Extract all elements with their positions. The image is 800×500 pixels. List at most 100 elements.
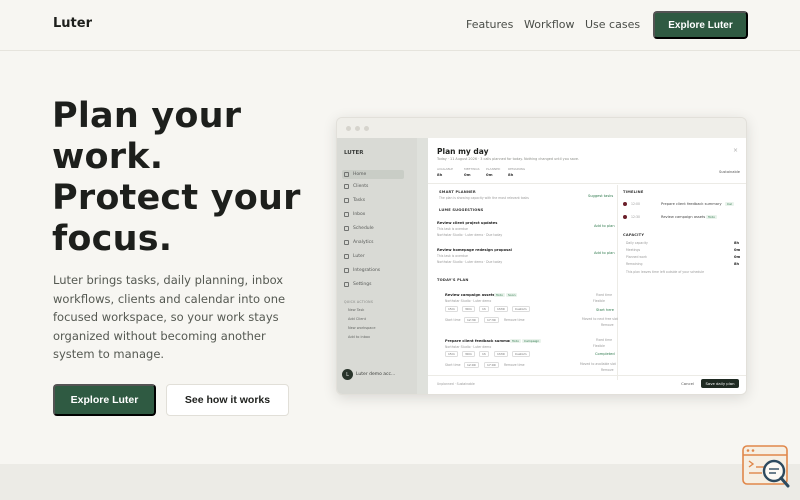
duration-chip[interactable]: Custom	[512, 306, 530, 312]
hero-description: Luter brings tasks, daily planning, inbo…	[53, 273, 286, 361]
timeline-heading: TIMELINE	[623, 190, 644, 194]
remove-time-link[interactable]: Remove time	[504, 363, 525, 367]
tag-badge: Todo	[494, 293, 505, 297]
modal-backdrop[interactable]	[337, 138, 427, 394]
suggest-tasks-button[interactable]: Suggest tasks	[588, 194, 613, 198]
window-dot-icon	[364, 126, 369, 131]
capacity-row-label: Daily capacity	[626, 241, 648, 245]
app-preview: LUTER Home Clients Tasks Inbox Schedule …	[336, 117, 747, 395]
add-to-plan-button[interactable]: Add to plan	[594, 224, 615, 228]
see-how-it-works-button[interactable]: See how it works	[166, 384, 289, 416]
remove-button[interactable]: Remove	[601, 368, 614, 372]
lume-suggestions-heading: LUME SUGGESTIONS	[439, 208, 484, 212]
divider	[617, 185, 618, 380]
modal-title: Plan my day	[437, 147, 489, 156]
duration-chip[interactable]: 30m	[462, 306, 475, 312]
timeline-event[interactable]: Prepare client feedback summary	[661, 202, 722, 206]
window-bar	[337, 118, 746, 138]
flexible-option[interactable]: Flexible	[593, 344, 605, 348]
tag-badge: Campaign	[522, 339, 542, 343]
hero-title-line: Protect your	[52, 178, 301, 218]
suggestion-meta: Northstar Studio · Luter demo · Due toda…	[437, 233, 503, 237]
capacity-row-label: Planned work	[626, 255, 647, 259]
remove-time-link[interactable]: Remove time	[504, 318, 525, 322]
smart-planner-description: The plan is showing capacity with the mo…	[439, 196, 529, 200]
modal-subtitle: Today · 11 August 2026 · 3 calls planned…	[437, 157, 580, 161]
plan-item-title: Review campaign assets	[445, 293, 495, 297]
start-time-label: Start time	[445, 318, 461, 322]
todays-plan-heading: TODAY'S PLAN	[437, 278, 469, 282]
stat-remaining: REMAINING 8h	[508, 167, 526, 177]
plan-item-meta: Northstar Studio · Luter demo	[445, 345, 492, 349]
capacity-heading: CAPACITY	[623, 233, 645, 237]
window-dot-icon	[355, 126, 360, 131]
tag-badge: Cal	[725, 202, 734, 206]
suggestion-title: Review homepage redesign proposal	[437, 248, 512, 252]
suggestion-title: Review client project updates	[437, 221, 498, 225]
next-section	[0, 464, 800, 500]
smart-planner-heading: SMART PLANNER	[439, 190, 476, 194]
suggestion-meta: Northstar Studio · Luter demo · Due toda…	[437, 260, 503, 264]
duration-chip[interactable]: 1h	[479, 351, 489, 357]
chat-widget-icon[interactable]	[742, 445, 790, 489]
nav-link-features[interactable]: Features	[466, 18, 513, 31]
timeline-time: 12:30	[631, 215, 640, 219]
window-dot-icon	[346, 126, 351, 131]
duration-chip[interactable]: Custom	[512, 351, 530, 357]
stat-meetings: MEETINGS 0m	[464, 167, 480, 177]
divider	[428, 375, 746, 376]
tag-badge: Todo	[706, 215, 717, 219]
nav-link-use-cases[interactable]: Use cases	[585, 18, 640, 31]
start-here-button[interactable]: Start here	[596, 308, 614, 312]
remove-button[interactable]: Remove	[601, 323, 614, 327]
timeline-dot-icon	[623, 202, 627, 206]
close-icon[interactable]: ×	[733, 147, 738, 154]
divider	[428, 183, 746, 184]
capacity-row-value: 0m	[734, 255, 741, 259]
duration-chip[interactable]: 1h30	[494, 351, 508, 357]
plan-item-title: Prepare client feedback summary	[445, 339, 514, 343]
timeline-time: 12:00	[631, 202, 640, 206]
duration-chip[interactable]: 15m	[445, 351, 458, 357]
hero-title-line: focus.	[52, 219, 173, 259]
end-time-input[interactable]: 17:00	[484, 362, 499, 368]
start-time-input[interactable]: 12:30	[464, 317, 479, 323]
suggestion-reason: This task is overdue	[437, 227, 468, 231]
top-nav: Luter Features Workflow Use cases Explor…	[0, 0, 800, 51]
capacity-row-label: Meetings	[626, 248, 641, 252]
end-time-input[interactable]: 17:30	[484, 317, 499, 323]
timeline-event[interactable]: Review campaign assets	[661, 215, 705, 219]
duration-chip[interactable]: 30m	[462, 351, 475, 357]
suggestion-reason: This task is overdue	[437, 254, 468, 258]
duration-chip[interactable]: 1h30	[494, 306, 508, 312]
duration-chip[interactable]: 1h	[479, 306, 489, 312]
brand-logo[interactable]: Luter	[53, 16, 92, 31]
timeline-dot-icon	[623, 215, 627, 219]
sustainable-label: Sustainable	[718, 170, 740, 174]
stat-planned: PLANNED 0m	[486, 167, 501, 177]
capacity-row-value: 0m	[734, 248, 741, 252]
explore-button[interactable]: Explore Luter	[53, 384, 156, 416]
plan-my-day-modal: Plan my day Today · 11 August 2026 · 3 c…	[428, 138, 746, 394]
cancel-button[interactable]: Cancel	[681, 381, 694, 386]
nav-explore-button[interactable]: Explore Luter	[653, 11, 748, 39]
stat-available: AVAILABLE 8h	[437, 167, 454, 177]
add-to-plan-button[interactable]: Add to plan	[594, 251, 615, 255]
hero-title: Plan your work. Protect your focus.	[52, 96, 342, 260]
plan-item-note: Moved to available slot	[580, 362, 616, 366]
capacity-note: This plan leaves time left outside of yo…	[626, 270, 705, 274]
plan-item-meta: Northstar Studio · Luter demo	[445, 299, 492, 303]
completed-badge: Completed	[595, 352, 615, 356]
fixed-time-option[interactable]: Fixed time	[596, 293, 612, 297]
duration-chip[interactable]: 15m	[445, 306, 458, 312]
start-time-input[interactable]: 12:00	[464, 362, 479, 368]
capacity-row-value: 8h	[734, 241, 740, 245]
capacity-row-value: 8h	[734, 262, 740, 266]
nav-link-workflow[interactable]: Workflow	[524, 18, 575, 31]
fixed-time-option[interactable]: Fixed time	[596, 338, 612, 342]
tag-badge: Todo	[510, 339, 521, 343]
flexible-option[interactable]: Flexible	[593, 299, 605, 303]
start-time-label: Start time	[445, 363, 461, 367]
save-daily-plan-button[interactable]: Save daily plan	[701, 379, 739, 388]
hero-title-line: Plan your	[52, 96, 242, 136]
